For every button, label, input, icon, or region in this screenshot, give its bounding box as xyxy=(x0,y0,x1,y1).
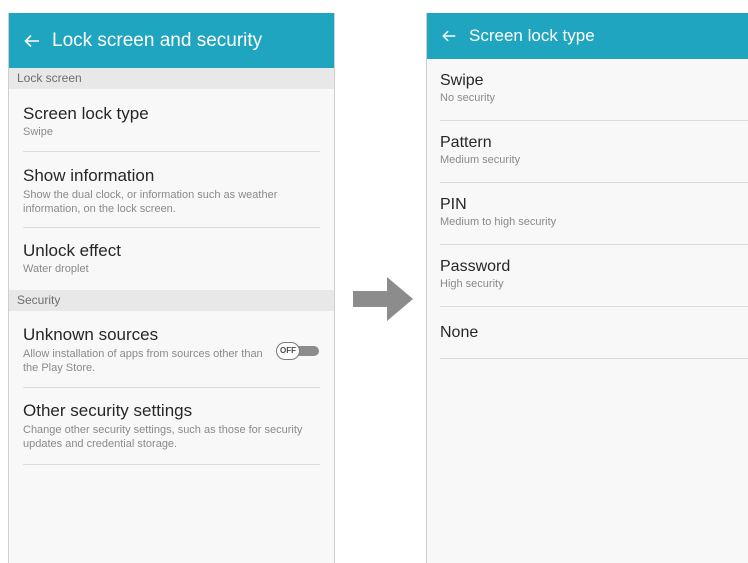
item-subtitle: Change other security settings, such as … xyxy=(23,424,303,450)
item-subtitle: Show the dual clock, or information such… xyxy=(23,189,278,215)
item-title: Screen lock type xyxy=(23,104,149,123)
lock-screen-security-screen: Lock screen and security Lock screen Scr… xyxy=(8,13,335,563)
option-subtitle: High security xyxy=(440,278,504,290)
item-title: Unlock effect xyxy=(23,241,121,260)
page-title: Screen lock type xyxy=(469,26,595,45)
item-subtitle: Water droplet xyxy=(23,263,89,275)
option-title: PIN xyxy=(440,196,467,213)
option-title: None xyxy=(440,324,479,341)
section-header-security: Security xyxy=(9,290,334,311)
unknown-sources-item[interactable]: Unknown sources Allow installation of ap… xyxy=(23,311,320,388)
unknown-sources-toggle[interactable]: OFF xyxy=(276,342,320,360)
back-arrow-icon[interactable] xyxy=(437,24,461,48)
page-title: Lock screen and security xyxy=(52,29,263,51)
lock-option-password[interactable]: Password High security xyxy=(440,245,748,307)
option-title: Pattern xyxy=(440,134,492,151)
option-title: Password xyxy=(440,258,511,275)
option-title: Swipe xyxy=(440,72,484,89)
item-subtitle: Allow installation of apps from sources … xyxy=(23,348,263,374)
back-arrow-icon[interactable] xyxy=(20,29,44,53)
lock-option-none[interactable]: None xyxy=(440,307,748,359)
app-bar: Screen lock type xyxy=(427,13,748,59)
right-arrow-icon xyxy=(353,277,413,321)
option-subtitle: No security xyxy=(440,92,496,104)
screen-lock-type-screen: Screen lock type Swipe No security Patte… xyxy=(426,13,748,563)
lock-option-pattern[interactable]: Pattern Medium security xyxy=(440,121,748,183)
toggle-knob: OFF xyxy=(276,342,300,360)
screen-lock-type-item[interactable]: Screen lock type Swipe xyxy=(23,89,320,152)
other-security-settings-item[interactable]: Other security settings Change other sec… xyxy=(23,388,320,465)
show-information-item[interactable]: Show information Show the dual clock, or… xyxy=(23,152,320,228)
lock-option-pin[interactable]: PIN Medium to high security xyxy=(440,183,748,245)
lock-option-swipe[interactable]: Swipe No security xyxy=(440,59,748,121)
option-subtitle: Medium security xyxy=(440,154,521,166)
section-header-lock-screen: Lock screen xyxy=(9,68,334,89)
unlock-effect-item[interactable]: Unlock effect Water droplet xyxy=(23,228,320,290)
option-subtitle: Medium to high security xyxy=(440,216,557,228)
app-bar: Lock screen and security xyxy=(9,13,334,68)
item-title: Other security settings xyxy=(23,401,193,420)
item-subtitle: Swipe xyxy=(23,126,53,138)
item-title: Show information xyxy=(23,166,155,185)
